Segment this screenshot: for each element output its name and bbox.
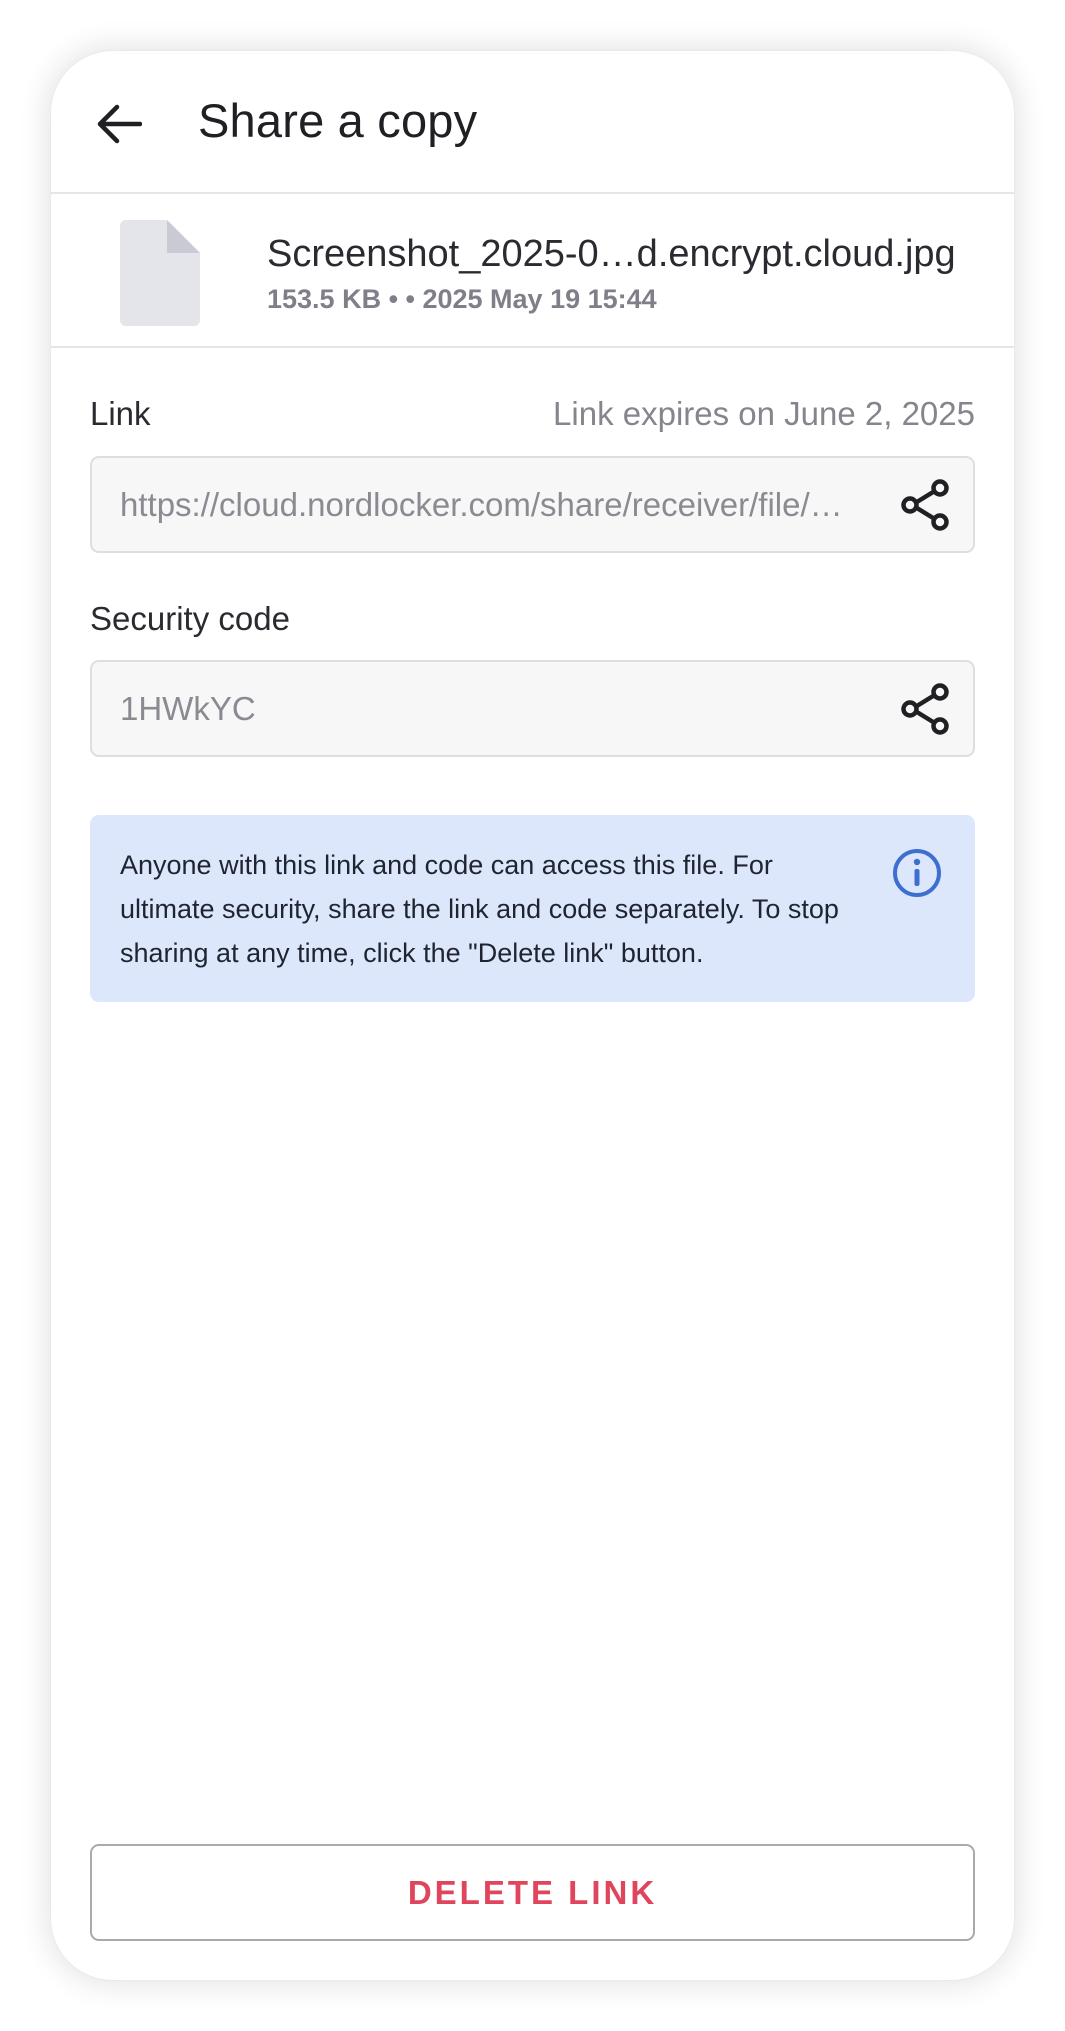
link-expiry-text: Link expires on June 2, 2025 [553,395,975,432]
top-app-bar: Share a copy [51,51,1014,194]
file-icon [120,220,200,331]
security-code-field[interactable]: 1HWkYC [90,660,975,757]
share-icon [901,683,949,735]
share-dialog-screen: Share a copy Screenshot_2025-0…d.encrypt… [51,51,1014,1980]
share-link-button[interactable] [897,477,953,533]
info-icon [891,847,943,904]
file-info-row: Screenshot_2025-0…d.encrypt.cloud.jpg 15… [51,196,1014,348]
share-icon [901,479,949,531]
back-button[interactable] [87,92,151,156]
security-code-value[interactable]: 1HWkYC [120,688,860,730]
file-meta: 153.5 KB • • 2025 May 19 15:44 [267,284,657,314]
file-name: Screenshot_2025-0…d.encrypt.cloud.jpg [267,233,956,275]
security-notice: Anyone with this link and code can acces… [90,815,975,1002]
link-value[interactable]: https://cloud.nordlocker.com/share/recei… [120,484,860,526]
delete-link-button[interactable]: DELETE LINK [90,1844,975,1941]
link-field[interactable]: https://cloud.nordlocker.com/share/recei… [90,456,975,553]
notice-text: Anyone with this link and code can acces… [120,850,839,968]
share-security-code-button[interactable] [897,681,953,737]
security-code-label: Security code [90,600,290,637]
arrow-left-icon [97,104,142,144]
link-label: Link [90,395,151,432]
page-title: Share a copy [198,94,478,147]
